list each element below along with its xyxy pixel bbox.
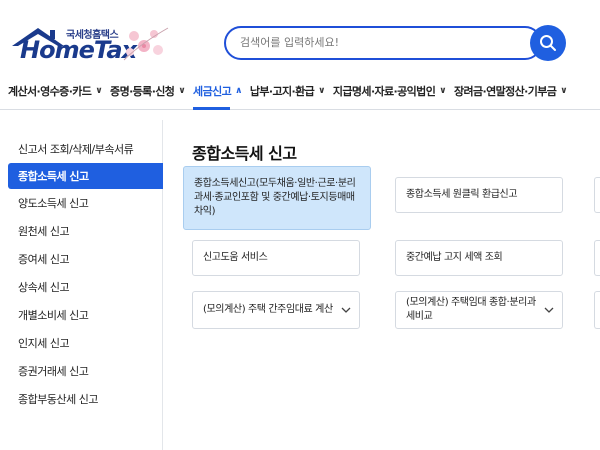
page-title: 종합소득세 신고 [192, 144, 297, 163]
card-label: 중간예납 고지 세액 조회 [406, 252, 503, 263]
nav-item-label: 납부·고지·환급 [249, 84, 315, 98]
chevron-down-icon [341, 307, 351, 313]
nav-item-certificate[interactable]: 증명·등록·신청 ∨ [110, 72, 186, 110]
sidebar-item-excise-tax[interactable]: 개별소비세 신고 [8, 302, 163, 328]
chevron-down-icon: ∨ [318, 85, 325, 96]
partial-card-edge[interactable] [594, 177, 600, 213]
nav-item-payment[interactable]: 납부·고지·환급 ∨ [249, 72, 326, 110]
nav-item-incentive[interactable]: 장려금·연말정산·기부금 ∨ [453, 72, 568, 110]
nav-item-label: 증명·등록·신청 [110, 84, 175, 98]
sidebar-item-gift-tax[interactable]: 증여세 신고 [8, 246, 163, 272]
card-label: 신고도움 서비스 [203, 252, 268, 263]
sidebar-item-stamp-tax[interactable]: 인지세 신고 [8, 330, 163, 356]
sidebar-item-return-inquiry[interactable]: 신고서 조회/삭제/부속서류 [8, 136, 163, 162]
sidebar-item-real-estate-tax[interactable]: 종합부동산세 신고 [8, 386, 163, 412]
search-icon [540, 35, 556, 51]
sidebar-item-withholding-tax[interactable]: 원천세 신고 [8, 218, 163, 244]
card-filing-help-service[interactable]: 신고도움 서비스 [192, 240, 360, 276]
card-label: 종합소득세신고(모두채움·일반·근로·분리과세·종교인포함 및 중간예납·토지등… [194, 178, 356, 217]
card-label: (모의계산) 주택임대 종합·분리과세비교 [406, 297, 536, 322]
card-label: 종합소득세 원클릭 환급신고 [406, 189, 518, 200]
sidebar-item-securities-tax[interactable]: 증권거래세 신고 [8, 358, 163, 384]
nav-item-label: 계산서·영수증·카드 [8, 84, 92, 98]
sidebar-item-inheritance-tax[interactable]: 상속세 신고 [8, 274, 163, 300]
card-interim-payment-inquiry[interactable]: 중간예납 고지 세액 조회 [395, 240, 563, 276]
card-deemed-rent-simulation[interactable]: (모의계산) 주택 간주임대료 계산 [192, 291, 360, 329]
chevron-down-icon [544, 307, 554, 313]
nav-item-payment-statement[interactable]: 지급명세·자료·공익법인 ∨ [332, 72, 447, 110]
hometax-logo[interactable]: 국세청홈택스 HomeTax [8, 24, 169, 68]
card-one-click-refund[interactable]: 종합소득세 원클릭 환급신고 [395, 177, 563, 213]
partial-card-edge[interactable] [594, 291, 600, 329]
card-label: (모의계산) 주택 간주임대료 계산 [203, 304, 333, 315]
sidebar: 신고서 조회/삭제/부속서류 종합소득세 신고 양도소득세 신고 원천세 신고 … [0, 120, 163, 450]
header: 국세청홈택스 HomeTax [0, 0, 600, 68]
nav-item-tax-filing[interactable]: 세금신고 ∧ [193, 72, 242, 110]
nav-item-invoice[interactable]: 계산서·영수증·카드 ∨ [8, 72, 103, 110]
sidebar-item-global-income-tax[interactable]: 종합소득세 신고 [8, 163, 163, 189]
chevron-down-icon: ∨ [95, 85, 103, 96]
chevron-down-icon: ∨ [439, 85, 446, 96]
search-input[interactable] [240, 36, 520, 49]
chevron-down-icon: ∨ [178, 85, 186, 96]
nav-item-label: 지급명세·자료·공익법인 [332, 84, 436, 98]
cherry-blossom-icon [123, 27, 169, 61]
partial-card-edge[interactable] [594, 240, 600, 276]
sidebar-item-capital-gains-tax[interactable]: 양도소득세 신고 [8, 190, 163, 216]
card-global-income-tax-filing[interactable]: 종합소득세신고(모두채움·일반·근로·분리과세·종교인포함 및 중간예납·토지등… [183, 166, 371, 230]
search-box[interactable] [224, 26, 542, 60]
card-rental-tax-comparison[interactable]: (모의계산) 주택임대 종합·분리과세비교 [395, 291, 563, 329]
nav-item-label: 장려금·연말정산·기부금 [453, 84, 557, 98]
main-nav: 계산서·영수증·카드 ∨ 증명·등록·신청 ∨ 세금신고 ∧ 납부·고지·환급 … [0, 72, 600, 110]
nav-item-label: 세금신고 [193, 84, 232, 98]
chevron-down-icon: ∨ [560, 85, 568, 96]
search-button[interactable] [530, 25, 566, 61]
chevron-up-icon: ∧ [235, 85, 242, 96]
brand-name: HomeTax [20, 36, 137, 64]
